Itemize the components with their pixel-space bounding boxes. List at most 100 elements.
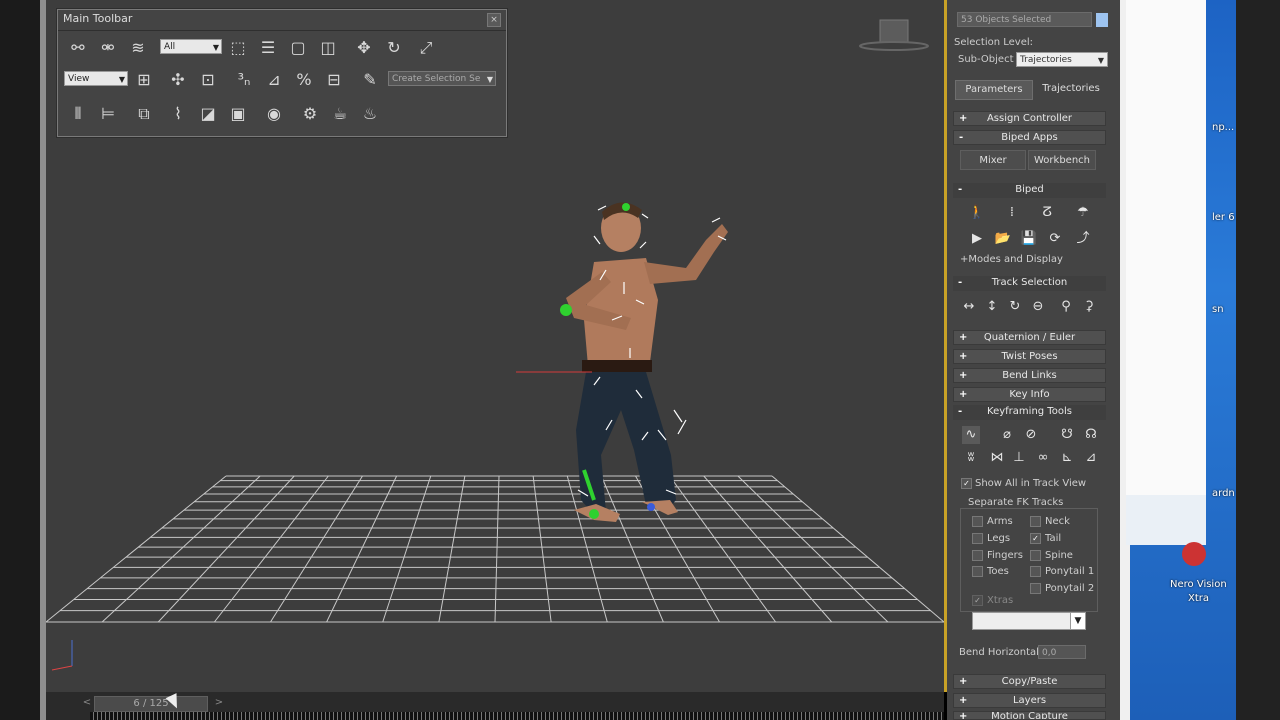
rollout-copy-paste[interactable]: + Copy/Paste xyxy=(953,674,1106,689)
fingers-checkbox[interactable] xyxy=(972,550,983,561)
sub-object-dropdown[interactable]: Trajectories ▼ xyxy=(1016,52,1108,67)
manipulate-subanim-icon[interactable]: ʬ xyxy=(962,449,980,467)
mixer-button[interactable]: Mixer xyxy=(960,150,1026,170)
nero-vision-icon[interactable] xyxy=(1182,542,1206,566)
main-toolbar-window[interactable]: Main Toolbar × ⚯ ⚮ ≋ All ▼ ⬚ ☰ ▢ ◫ ✥ ↻ ⤢ … xyxy=(57,9,507,137)
object-color-swatch[interactable] xyxy=(1096,13,1108,27)
body-vertical-icon[interactable]: ↕ xyxy=(983,298,1001,316)
teapot-icon[interactable]: ♨ xyxy=(358,102,382,126)
bend-horizontal-spinner[interactable]: 0,0 xyxy=(1038,645,1086,659)
rollout-key-info[interactable]: + Key Info xyxy=(953,387,1106,402)
footstep-mode-icon[interactable]: ⁞ xyxy=(1003,204,1021,222)
body-rotation-icon[interactable]: ↻ xyxy=(1006,298,1024,316)
rollout-track-selection[interactable]: - Track Selection xyxy=(953,276,1106,291)
rect-region-icon[interactable]: ▢ xyxy=(286,36,310,60)
desktop-icon-label-1[interactable]: Nero Vision xyxy=(1170,579,1227,590)
selection-field[interactable]: 53 Objects Selected xyxy=(957,12,1092,27)
rollout-twist-poses[interactable]: + Twist Poses xyxy=(953,349,1106,364)
keyboard-shortcut-icon[interactable]: ⊡ xyxy=(196,68,220,92)
render-icon[interactable]: ☕ xyxy=(328,102,352,126)
convert-icon[interactable]: ⟳ xyxy=(1046,230,1064,248)
mixer-mode-icon[interactable]: ☂ xyxy=(1074,204,1092,222)
close-icon[interactable]: × xyxy=(487,13,501,27)
percent-snap-icon[interactable]: % xyxy=(292,68,316,92)
anchor-icon[interactable]: ⊥ xyxy=(1010,449,1028,467)
toes-checkbox[interactable] xyxy=(972,566,983,577)
rollout-motion-capture[interactable]: + Motion Capture xyxy=(953,711,1106,720)
rollout-bend-links[interactable]: + Bend Links xyxy=(953,368,1106,383)
unlink-icon[interactable]: ⚮ xyxy=(96,36,120,60)
set-planted-key-icon[interactable]: ⊾ xyxy=(1058,449,1076,467)
wave-icon[interactable]: ∿ xyxy=(962,426,980,444)
rollout-assign-controller[interactable]: + Assign Controller xyxy=(953,111,1106,126)
xtras-checkbox[interactable]: ✓ xyxy=(972,595,983,606)
snap-icon[interactable]: ³ₙ xyxy=(232,68,256,92)
pivot-icon[interactable]: ⊞ xyxy=(132,68,156,92)
time-slider[interactable]: 6 / 125 xyxy=(94,696,208,712)
link-icon[interactable]: ⚯ xyxy=(66,36,90,60)
mirror-anim-icon[interactable]: ☋ xyxy=(1058,426,1076,444)
selection-filter-dropdown[interactable]: All ▼ xyxy=(160,39,222,54)
figure-mode-icon[interactable]: 🚶 xyxy=(968,204,986,222)
bind-icon[interactable]: ≋ xyxy=(126,36,150,60)
reference-coordinate-dropdown[interactable]: View ▼ xyxy=(64,71,128,86)
free-icon[interactable]: ∞ xyxy=(1034,449,1052,467)
next-frame-button[interactable]: > xyxy=(212,696,226,710)
scale-icon[interactable]: ⤢ xyxy=(414,36,438,60)
load-file-icon[interactable]: 📂 xyxy=(994,230,1012,248)
desktop-icon-label-2[interactable]: Xtra xyxy=(1188,593,1209,604)
set-parents-icon[interactable]: ⋈ xyxy=(988,449,1006,467)
move-icon[interactable]: ✥ xyxy=(352,36,376,60)
spine-checkbox[interactable] xyxy=(1030,550,1041,561)
motion-flow-icon[interactable]: ⵒ xyxy=(1038,204,1056,222)
view-cube[interactable] xyxy=(859,19,929,51)
track-bar[interactable] xyxy=(90,712,944,720)
named-selection-dropdown[interactable]: Create Selection Se ▼ xyxy=(388,71,496,86)
show-all-track-view-checkbox[interactable]: ✓ xyxy=(961,478,972,489)
tab-parameters[interactable]: Parameters xyxy=(955,80,1033,100)
select-icon[interactable]: ⬚ xyxy=(226,36,250,60)
rollout-biped[interactable]: - Biped xyxy=(953,183,1106,198)
biped-playback-icon[interactable]: ▶ xyxy=(968,230,986,248)
ponytail2-checkbox[interactable] xyxy=(1030,583,1041,594)
move-all-icon[interactable]: ⤴ xyxy=(1074,230,1092,248)
rollout-keyframing-tools[interactable]: - Keyframing Tools xyxy=(953,405,1106,420)
mirror-in-place-icon[interactable]: ☊ xyxy=(1082,426,1100,444)
rollout-biped-apps[interactable]: - Biped Apps xyxy=(953,130,1106,145)
edit-named-icon[interactable]: ✎ xyxy=(358,68,382,92)
rollout-quaternion-euler[interactable]: + Quaternion / Euler xyxy=(953,330,1106,345)
symmetrical-icon[interactable]: ⚲ xyxy=(1057,298,1075,316)
window-crossing-icon[interactable]: ◫ xyxy=(316,36,340,60)
select-by-name-icon[interactable]: ☰ xyxy=(256,36,280,60)
schematic-icon[interactable]: ◪ xyxy=(196,102,220,126)
render-frame-icon[interactable]: ⚙ xyxy=(298,102,322,126)
render-setup-icon[interactable]: ◉ xyxy=(262,102,286,126)
arms-checkbox[interactable] xyxy=(972,516,983,527)
curve-editor-icon[interactable]: ⌇ xyxy=(166,102,190,126)
clear-selected-icon[interactable]: ⌀ xyxy=(998,426,1016,444)
biped-character[interactable] xyxy=(516,202,728,522)
legs-checkbox[interactable] xyxy=(972,533,983,544)
ponytail1-checkbox[interactable] xyxy=(1030,566,1041,577)
modes-display-toggle[interactable]: +Modes and Display xyxy=(960,254,1063,265)
opposite-icon[interactable]: ⚳ xyxy=(1080,298,1098,316)
layers-icon[interactable]: ⧉ xyxy=(132,102,156,126)
set-sliding-key-icon[interactable]: ⊿ xyxy=(1082,449,1100,467)
align-icon[interactable]: ⊨ xyxy=(96,102,120,126)
rollout-layers[interactable]: + Layers xyxy=(953,693,1106,708)
lock-com-icon[interactable]: ⊖ xyxy=(1029,298,1047,316)
save-file-icon[interactable]: 💾 xyxy=(1020,230,1038,248)
material-editor-icon[interactable]: ▣ xyxy=(226,102,250,126)
rotate-icon[interactable]: ↻ xyxy=(382,36,406,60)
spinner-snap-icon[interactable]: ⊟ xyxy=(322,68,346,92)
mirror-icon[interactable]: ⫴ xyxy=(66,102,90,126)
clear-all-icon[interactable]: ⊘ xyxy=(1022,426,1040,444)
workbench-button[interactable]: Workbench xyxy=(1028,150,1096,170)
manipulate-icon[interactable]: ✣ xyxy=(166,68,190,92)
body-horizontal-icon[interactable]: ↔ xyxy=(960,298,978,316)
tail-checkbox[interactable]: ✓ xyxy=(1030,533,1041,544)
neck-checkbox[interactable] xyxy=(1030,516,1041,527)
prev-frame-button[interactable]: < xyxy=(80,696,94,710)
color-dropdown[interactable]: ▼ xyxy=(972,612,1086,630)
angle-snap-icon[interactable]: ⊿ xyxy=(262,68,286,92)
